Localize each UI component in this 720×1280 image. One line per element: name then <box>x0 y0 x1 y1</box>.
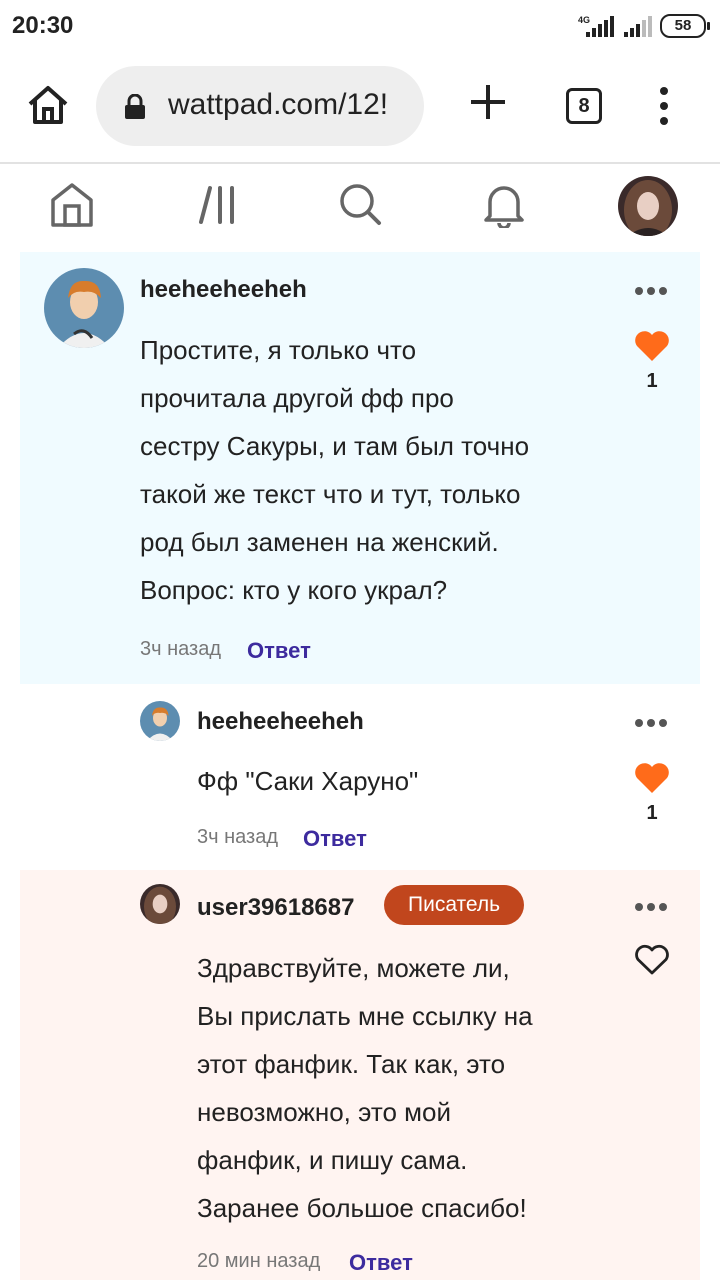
comment-timestamp: 20 мин назад <box>197 1250 321 1272</box>
url-text: wattpad.com/12! <box>168 88 389 121</box>
comment-username[interactable]: heeheeheeheh <box>140 276 307 304</box>
tab-switcher-button[interactable]: 8 <box>566 88 602 124</box>
battery-indicator: 58 <box>660 14 710 38</box>
wattpad-nav <box>0 164 720 252</box>
reply-button[interactable]: Ответ <box>303 826 367 852</box>
user-avatar[interactable] <box>140 701 180 741</box>
user-avatar[interactable] <box>44 268 124 348</box>
like-count: 1 <box>646 802 658 824</box>
comment-item: user39618687 Писатель Здравствуйте, може… <box>20 870 700 1280</box>
notifications-icon[interactable] <box>482 182 526 228</box>
user-avatar[interactable] <box>140 884 180 924</box>
comment-text: Фф "Саки Харуно" <box>197 766 419 796</box>
writer-badge: Писатель <box>384 885 525 925</box>
reply-button[interactable]: Ответ <box>349 1250 413 1276</box>
cellular-signal-icon-2 <box>624 16 652 37</box>
search-icon[interactable] <box>338 182 382 226</box>
comment-text: Здравствуйте, можете ли, Вы прислать мне… <box>197 953 533 1223</box>
library-icon[interactable] <box>198 182 238 226</box>
comment-options-icon[interactable] <box>634 718 668 728</box>
comment-username[interactable]: user39618687 <box>197 894 354 922</box>
browser-home-icon[interactable] <box>26 84 70 126</box>
comment-options-icon[interactable] <box>634 902 668 912</box>
profile-avatar[interactable] <box>618 176 678 236</box>
comment-text: Простите, я только что прочитала другой … <box>140 335 530 605</box>
svg-text:4G: 4G <box>578 15 590 25</box>
heart-filled-icon[interactable] <box>634 762 670 794</box>
lock-icon <box>125 94 145 119</box>
status-time: 20:30 <box>12 12 74 39</box>
status-bar: 20:30 4G 58 <box>0 0 720 52</box>
comment-username[interactable]: heeheeheeheh <box>197 708 364 736</box>
home-icon[interactable] <box>50 182 94 228</box>
comment-item: heeheeheeheh Фф "Саки Харуно" 1 3ч назад… <box>20 684 700 870</box>
address-bar[interactable]: wattpad.com/12! <box>96 66 424 146</box>
heart-outline-icon[interactable] <box>634 944 670 976</box>
comment-item: heeheeheeheh Простите, я только что проч… <box>20 252 700 684</box>
comment-timestamp: 3ч назад <box>197 826 279 848</box>
cellular-signal-icon: 4G <box>578 15 614 37</box>
comment-timestamp: 3ч назад <box>140 638 222 660</box>
like-count: 1 <box>646 370 658 392</box>
more-options-icon[interactable] <box>654 86 674 126</box>
reply-button[interactable]: Ответ <box>247 638 311 664</box>
comment-options-icon[interactable] <box>634 286 668 296</box>
heart-filled-icon[interactable] <box>634 330 670 362</box>
new-tab-icon[interactable] <box>468 82 508 122</box>
browser-toolbar: wattpad.com/12! 8 <box>0 52 720 162</box>
